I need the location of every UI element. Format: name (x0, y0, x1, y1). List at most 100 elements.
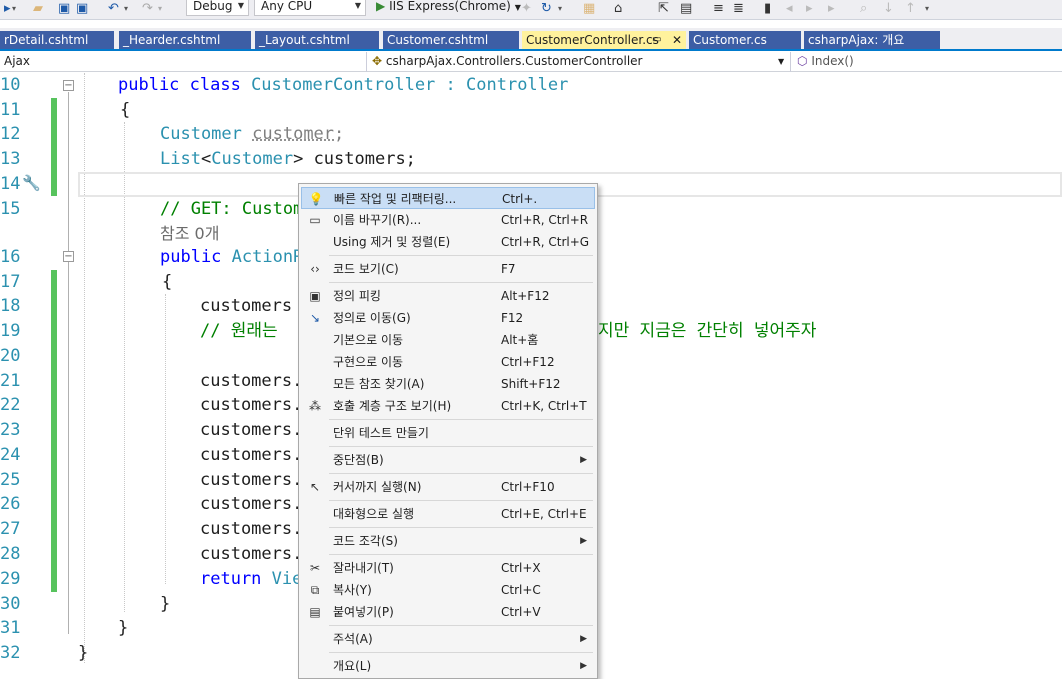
redo-dropdown-icon[interactable]: ▾ (158, 1, 162, 17)
menu-item-rename[interactable]: ▭ 이름 바꾸기(R)... Ctrl+R, Ctrl+R (301, 209, 595, 231)
step-icon[interactable]: ⇱ (658, 1, 669, 17)
member-label: Index() (811, 54, 854, 68)
configuration-select[interactable]: Debug ▼ (186, 0, 249, 16)
line-number: 26 (0, 494, 21, 514)
type-token: Controller (466, 75, 569, 95)
menu-separator (329, 500, 593, 501)
undo-dropdown-icon[interactable]: ▾ (124, 1, 128, 17)
menu-item-paste[interactable]: ▤ 붙여넣기(P) Ctrl+V (301, 601, 595, 623)
menu-item-call-hierarchy[interactable]: ⁂ 호출 계층 구조 보기(H) Ctrl+K, Ctrl+T (301, 395, 595, 417)
copy-icon: ⧉ (310, 583, 320, 597)
collapse-icon[interactable]: − (63, 251, 74, 262)
layout-icon[interactable]: ▤ (680, 1, 692, 17)
open-folder-icon[interactable]: ▰ (33, 1, 43, 17)
class-icon: ✥ (372, 54, 383, 68)
menu-item-execute-interactive[interactable]: 대화형으로 실행 Ctrl+E, Ctrl+E (301, 503, 595, 525)
browser-link-icon[interactable]: ▦ (583, 1, 595, 17)
undo-icon[interactable]: ↶ (108, 1, 119, 17)
type-token: Customer (160, 124, 242, 144)
code-line-24: customers. (200, 445, 303, 465)
menu-item-cut[interactable]: ✂ 잘라내기(T) Ctrl+X (301, 557, 595, 579)
comment-icon[interactable]: ≡ (713, 1, 724, 17)
refresh-icon[interactable]: ↻ (541, 1, 552, 17)
member-dropdown[interactable]: ⬡ Index() (793, 52, 1062, 72)
run-button[interactable]: ▶ IIS Express(Chrome) ▼ (376, 0, 521, 16)
line-number: 16 (0, 247, 21, 267)
menu-item-go-to-definition[interactable]: ↘ 정의로 이동(G) F12 (301, 307, 595, 329)
line-number: 15 (0, 199, 21, 219)
uncomment-icon[interactable]: ≣ (733, 1, 744, 17)
document-tabs: rDetail.cshtml _Hearder.cshtml _Layout.c… (0, 28, 1062, 51)
menu-item-copy[interactable]: ⧉ 복사(Y) Ctrl+C (301, 579, 595, 601)
code-line-22: customers. (200, 395, 303, 415)
collapse-icon[interactable]: − (63, 80, 74, 91)
menu-item-create-unit-tests[interactable]: 단위 테스트 만들기 (301, 422, 595, 444)
operator-token: : (435, 75, 467, 95)
code-line-16: public ActionR (160, 245, 303, 270)
menu-item-outlining[interactable]: 개요(L) ▶ (301, 655, 595, 677)
codelens-references[interactable]: 참조 0개 (160, 221, 219, 246)
menu-item-view-code[interactable]: ‹› 코드 보기(C) F7 (301, 258, 595, 280)
code-line-32: } (78, 643, 89, 663)
code-line-31: } (118, 618, 129, 638)
line-number: 18 (0, 296, 21, 316)
hot-reload-icon[interactable]: ✦ (521, 1, 532, 17)
menu-item-snippets[interactable]: 코드 조각(S) ▶ (301, 530, 595, 552)
tab-label: Customer.cs (693, 33, 767, 47)
code-view-icon: ‹› (310, 262, 320, 276)
menu-item-go-to-base[interactable]: 기본으로 이동 Alt+홈 (301, 329, 595, 351)
line-number: 10 (0, 75, 21, 95)
code-line-19: // 원래는 (200, 321, 278, 341)
dropdown-arrow-icon[interactable]: ▾ (12, 1, 16, 17)
tab-label: rDetail.cshtml (4, 33, 89, 47)
line-number: 31 (0, 618, 21, 638)
screwdriver-icon[interactable]: 🔧 (22, 174, 41, 192)
pin-icon[interactable]: ▭ (652, 31, 661, 49)
tab-layout[interactable]: _Layout.cshtml (255, 31, 379, 49)
menu-item-find-all-references[interactable]: 모든 참조 찾기(A) Shift+F12 (301, 373, 595, 395)
menu-separator (329, 282, 593, 283)
menu-item-remove-usings[interactable]: Using 제거 및 정렬(E) Ctrl+R, Ctrl+G (301, 231, 595, 253)
redo-icon[interactable]: ↷ (142, 1, 153, 17)
tab-customer-controller[interactable]: CustomerController.cs ▭ ✕ (522, 31, 686, 49)
line-number: 17 (0, 272, 21, 292)
new-project-icon[interactable]: ▸ (4, 1, 11, 17)
menu-item-quick-actions[interactable]: 💡 빠른 작업 및 리팩터링... Ctrl+. (301, 187, 595, 209)
save-all-icon[interactable]: ▣ (76, 1, 88, 17)
tab-customer-cs[interactable]: Customer.cs (689, 31, 801, 49)
toolbar-overflow-icon[interactable]: ▾ (925, 1, 929, 17)
arrow-up-icon[interactable]: ↑ (905, 1, 916, 17)
project-dropdown[interactable]: Ajax (0, 52, 366, 72)
menu-item-shortcut: F7 (501, 262, 516, 276)
menu-item-run-to-cursor[interactable]: ↖ 커서까지 실행(N) Ctrl+F10 (301, 476, 595, 498)
refresh-dropdown-icon[interactable]: ▾ (558, 1, 562, 17)
diagnostics-icon[interactable]: ⌂ (614, 1, 622, 17)
line-number: 27 (0, 519, 21, 539)
menu-item-comment[interactable]: 주석(A) ▶ (301, 628, 595, 650)
find-icon[interactable]: ⌕ (860, 1, 867, 17)
clear-bookmarks-icon[interactable]: ▸ (828, 1, 835, 17)
menu-item-shortcut: F12 (501, 311, 524, 325)
tab-customer-cshtml[interactable]: Customer.cshtml (383, 31, 519, 49)
menu-item-label: 코드 조각(S) (333, 534, 398, 548)
chevron-down-icon[interactable]: ▼ (778, 52, 784, 71)
menu-item-breakpoint[interactable]: 중단점(B) ▶ (301, 449, 595, 471)
platform-select[interactable]: Any CPU ▼ (254, 0, 366, 16)
prev-bookmark-icon[interactable]: ◂ (786, 1, 793, 17)
bookmark-icon[interactable]: ▮ (764, 1, 771, 17)
tab-csharpajax-overview[interactable]: csharpAjax: 개요 (804, 31, 940, 49)
next-bookmark-icon[interactable]: ▸ (806, 1, 813, 17)
save-icon[interactable]: ▣ (58, 1, 70, 17)
submenu-arrow-icon: ▶ (580, 634, 587, 644)
arrow-down-icon[interactable]: ↓ (883, 1, 894, 17)
lightbulb-icon: 💡 (308, 192, 324, 206)
tab-rdetail[interactable]: rDetail.cshtml (0, 31, 114, 49)
tab-hearder[interactable]: _Hearder.cshtml (119, 31, 251, 49)
menu-item-go-to-implementation[interactable]: 구현으로 이동 Ctrl+F12 (301, 351, 595, 373)
code-line-23: customers. (200, 420, 303, 440)
menu-item-peek-definition[interactable]: ▣ 정의 피킹 Alt+F12 (301, 285, 595, 307)
code-line-11: { (120, 100, 131, 120)
close-icon[interactable]: ✕ (672, 31, 682, 49)
type-dropdown[interactable]: ✥ csharpAjax.Controllers.CustomerControl… (368, 52, 790, 72)
menu-item-label: 복사(Y) (333, 583, 372, 597)
